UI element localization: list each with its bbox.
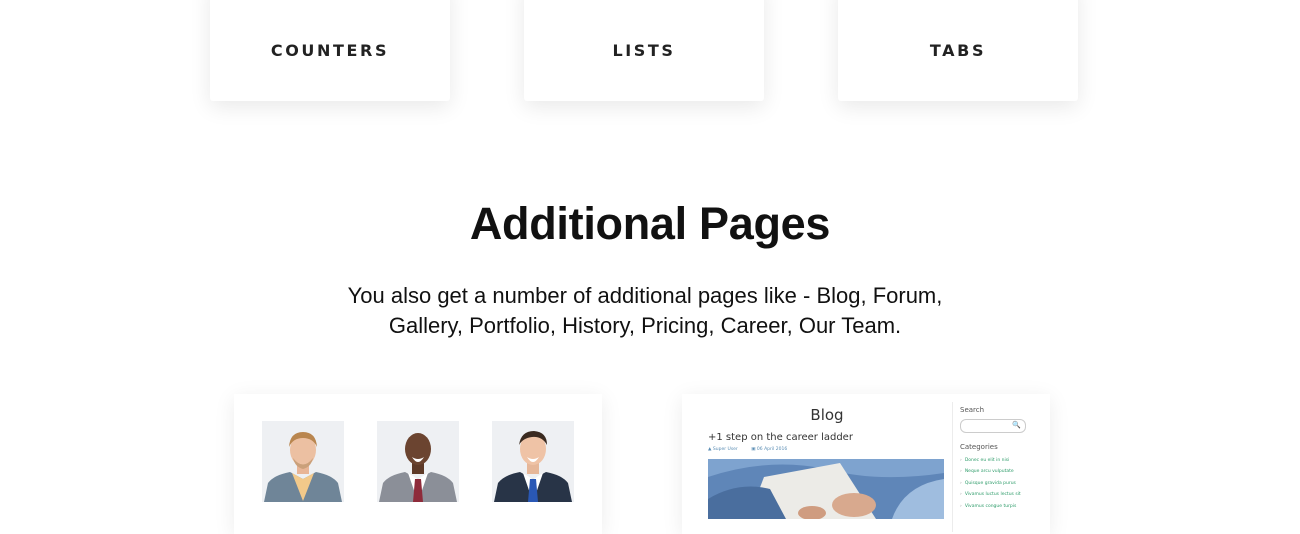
category-link[interactable]: Vivamus luctus lectus sit — [965, 492, 1021, 497]
team-member-photo — [262, 421, 344, 502]
category-link[interactable]: Quisque gravida purus — [965, 481, 1016, 486]
chevron-right-icon: › — [960, 480, 962, 486]
category-link[interactable]: Donec eu elit in nisi — [965, 458, 1010, 463]
blog-sidebar-divider — [952, 402, 953, 532]
lists-card-label: LISTS — [612, 41, 676, 60]
category-item[interactable]: › Vivamus luctus lectus sit — [960, 489, 1021, 500]
team-member-photo — [492, 421, 574, 502]
lists-card[interactable]: LISTS — [524, 0, 764, 101]
post-author[interactable]: ▲ Super User — [708, 447, 744, 452]
counters-card[interactable]: COUNTERS — [210, 0, 450, 101]
post-author-name: Super User — [712, 447, 738, 452]
blog-page-preview[interactable]: Blog +1 step on the career ladder ▲ Supe… — [682, 394, 1050, 534]
tabs-card[interactable]: TABS — [838, 0, 1078, 101]
blog-title: Blog — [810, 406, 844, 424]
section-title: Additional Pages — [469, 198, 831, 249]
categories-label: Categories — [960, 443, 998, 451]
team-page-preview[interactable] — [234, 394, 602, 534]
blog-main-column: Blog +1 step on the career ladder ▲ Supe… — [682, 394, 952, 534]
category-item[interactable]: › Donec eu elit in nisi — [960, 455, 1021, 466]
category-item[interactable]: › Neque arcu vulputate — [960, 466, 1021, 477]
chevron-right-icon: › — [960, 469, 962, 475]
tabs-card-label: TABS — [929, 41, 987, 60]
category-link[interactable]: Vivamus congue turpis — [965, 504, 1017, 509]
categories-list: › Donec eu elit in nisi › Neque arcu vulpu… — [960, 455, 1021, 512]
chevron-right-icon: › — [960, 458, 962, 463]
counters-card-label: COUNTERS — [270, 41, 390, 60]
search-label: Search — [960, 406, 985, 414]
post-date-value: 06 April 2016 — [756, 447, 788, 452]
section-description: You also get a number of additional page… — [347, 283, 943, 338]
post-title[interactable]: +1 step on the career ladder — [708, 432, 853, 443]
chevron-right-icon: › — [960, 503, 962, 509]
category-link[interactable]: Neque arcu vulputate — [965, 469, 1014, 474]
category-item[interactable]: › Quisque gravida purus — [960, 478, 1021, 489]
post-date: ▣ 06 April 2016 — [751, 447, 788, 452]
team-member-photo — [377, 421, 459, 502]
category-item[interactable]: › Vivamus congue turpis — [960, 501, 1021, 512]
counter-circle-icon — [304, 0, 356, 2]
post-meta: ▲ Super User ▣ 06 April 2016 — [708, 447, 799, 452]
search-icon[interactable]: 🔍 — [1012, 421, 1021, 431]
search-input[interactable]: 🔍 — [960, 419, 1026, 433]
chevron-right-icon: › — [960, 492, 962, 498]
post-image[interactable] — [708, 459, 944, 519]
